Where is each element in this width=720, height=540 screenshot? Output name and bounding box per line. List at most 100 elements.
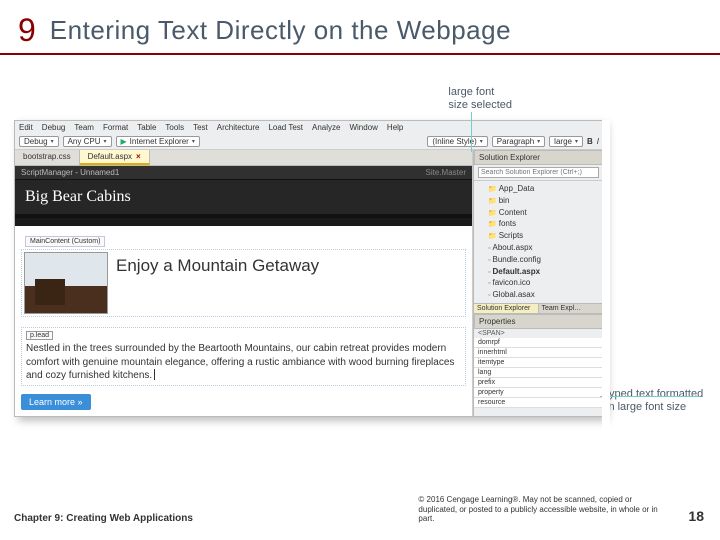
tree-item[interactable]: Bundle.config [478,254,599,266]
tag-dropdown[interactable]: Paragraph▾ [492,136,545,147]
menu-item[interactable]: Tools [165,123,184,132]
config-dropdown[interactable]: Debug▾ [19,136,59,147]
bold-icon[interactable]: B [587,137,593,146]
menu-item[interactable]: Debug [42,123,66,132]
menubar: Edit Debug Team Format Table Tools Test Archite… [15,121,603,134]
property-row[interactable]: prefix [474,378,603,388]
content-placeholder-tag: MainContent (Custom) [25,236,105,247]
hero-section: Enjoy a Mountain Getaway [21,249,466,317]
lead-text: Nestled in the trees surrounded by the B… [26,343,454,381]
callout-line [600,396,700,397]
p-lead-tag: p.lead [26,331,53,340]
chevron-down-icon: ▾ [575,138,578,145]
solution-explorer-header: Solution Explorer [474,150,603,165]
properties-panel: Properties <SPAN> domrpfinnerhtmlitemtyp… [474,313,603,408]
tree-item[interactable]: Global.asax [478,289,599,301]
close-icon[interactable]: × [136,152,141,161]
menu-item[interactable]: Architecture [217,123,260,132]
footer-page-number: 18 [688,508,704,524]
figure-wrapper: large font size selected typed text form… [14,120,604,470]
toolbar: Debug▾ Any CPU▾ ▶Internet Explorer▾ (Inl… [15,134,603,150]
hero-image [24,252,108,314]
play-icon: ▶ [121,137,127,146]
browser-dropdown[interactable]: ▶Internet Explorer▾ [116,136,200,147]
chevron-down-icon: ▾ [192,138,195,145]
tree-item[interactable]: Scripts [478,230,599,242]
solution-search-input[interactable] [478,167,599,178]
nav-strip [15,218,472,226]
chevron-down-icon: ▾ [104,138,107,145]
dropdown-label: Internet Explorer [130,137,189,146]
panel-tab[interactable]: Team Expl… [539,304,604,313]
panel-tabs: Solution ExplorerTeam Expl… [474,303,603,313]
chevron-down-icon: ▾ [51,138,54,145]
tree-item[interactable]: favicon.ico [478,277,599,289]
properties-header: Properties [474,314,603,329]
site-brand: Big Bear Cabins [15,180,472,218]
property-row[interactable]: lang [474,368,603,378]
scriptbar-label: Unnamed1 [80,168,119,177]
menu-item[interactable]: Window [349,123,377,132]
site-master-label: Site.Master [426,168,466,177]
fontsize-dropdown[interactable]: large▾ [549,136,583,147]
tree-item[interactable]: App_Data [478,183,599,195]
ide-screenshot: Edit Debug Team Format Table Tools Test Archite… [14,120,604,417]
property-row[interactable]: innerhtml [474,348,603,358]
chevron-down-icon: ▾ [537,138,540,145]
menu-item[interactable]: Format [103,123,128,132]
chapter-number: 9 [18,12,36,49]
tree-item[interactable]: About.aspx [478,242,599,254]
scriptmanager-bar: ScriptManager - Unnamed1 Site.Master [15,166,472,180]
callout-text: size selected [448,99,512,111]
dropdown-label: large [554,137,572,146]
scriptbar-label: ScriptManager [21,168,73,177]
properties-subject: <SPAN> [474,329,603,338]
menu-item[interactable]: Test [193,123,208,132]
dropdown-label: Debug [24,137,48,146]
solution-search [474,165,603,181]
hero-heading: Enjoy a Mountain Getaway [116,252,319,276]
italic-icon[interactable]: I [597,137,599,146]
property-row[interactable]: property [474,388,603,398]
solution-tree: App_DatabinContentfontsScriptsAbout.aspx… [474,181,603,303]
callout-text: large font [448,86,494,98]
footer-chapter: Chapter 9: Creating Web Applications [14,513,418,524]
menu-item[interactable]: Load Test [268,123,303,132]
chevron-down-icon: ▾ [480,138,483,145]
dropdown-label: Any CPU [68,137,101,146]
callout-top: large font size selected [448,86,512,112]
learn-more-button[interactable]: Learn more » [21,394,91,410]
right-panel: Solution Explorer App_DatabinContentfont… [473,150,603,416]
property-row[interactable]: resource [474,398,603,408]
callout-text: in large font size [606,401,686,413]
menu-item[interactable]: Table [137,123,156,132]
tree-item[interactable]: Content [478,207,599,219]
slide-header: 9 Entering Text Directly on the Webpage [0,0,720,55]
menu-item[interactable]: Team [74,123,94,132]
tab-bar: bootstrap.cssDefault.aspx× [15,150,472,166]
menu-item[interactable]: Help [387,123,403,132]
lead-paragraph[interactable]: p.lead Nestled in the trees surrounded b… [21,327,466,386]
slide-footer: Chapter 9: Creating Web Applications © 2… [14,495,704,524]
editor-tab[interactable]: bootstrap.css [15,150,80,165]
slide-title: Entering Text Directly on the Webpage [50,15,511,46]
dropdown-label: Paragraph [497,137,534,146]
style-dropdown[interactable]: (Inline Style)▾ [427,136,487,147]
menu-item[interactable]: Analyze [312,123,340,132]
cpu-dropdown[interactable]: Any CPU▾ [63,136,112,147]
properties-grid: domrpfinnerhtmlitemtypelangprefixpropert… [474,338,603,408]
callout-right: typed text formatted in large font size [606,388,714,414]
callout-text: typed text formatted [606,388,703,400]
panel-tab[interactable]: Solution Explorer [474,304,539,313]
tree-item[interactable]: bin [478,195,599,207]
text-caret [154,369,155,380]
callout-line [471,112,472,152]
menu-item[interactable]: Edit [19,123,33,132]
property-row[interactable]: itemtype [474,358,603,368]
tree-item[interactable]: Default.aspx [478,266,599,278]
tree-item[interactable]: fonts [478,218,599,230]
editor-tab[interactable]: Default.aspx× [80,150,150,165]
footer-copyright: © 2016 Cengage Learning®. May not be sca… [418,495,668,524]
editor-pane: bootstrap.cssDefault.aspx× ScriptManager… [15,150,473,416]
property-row[interactable]: domrpf [474,338,603,348]
